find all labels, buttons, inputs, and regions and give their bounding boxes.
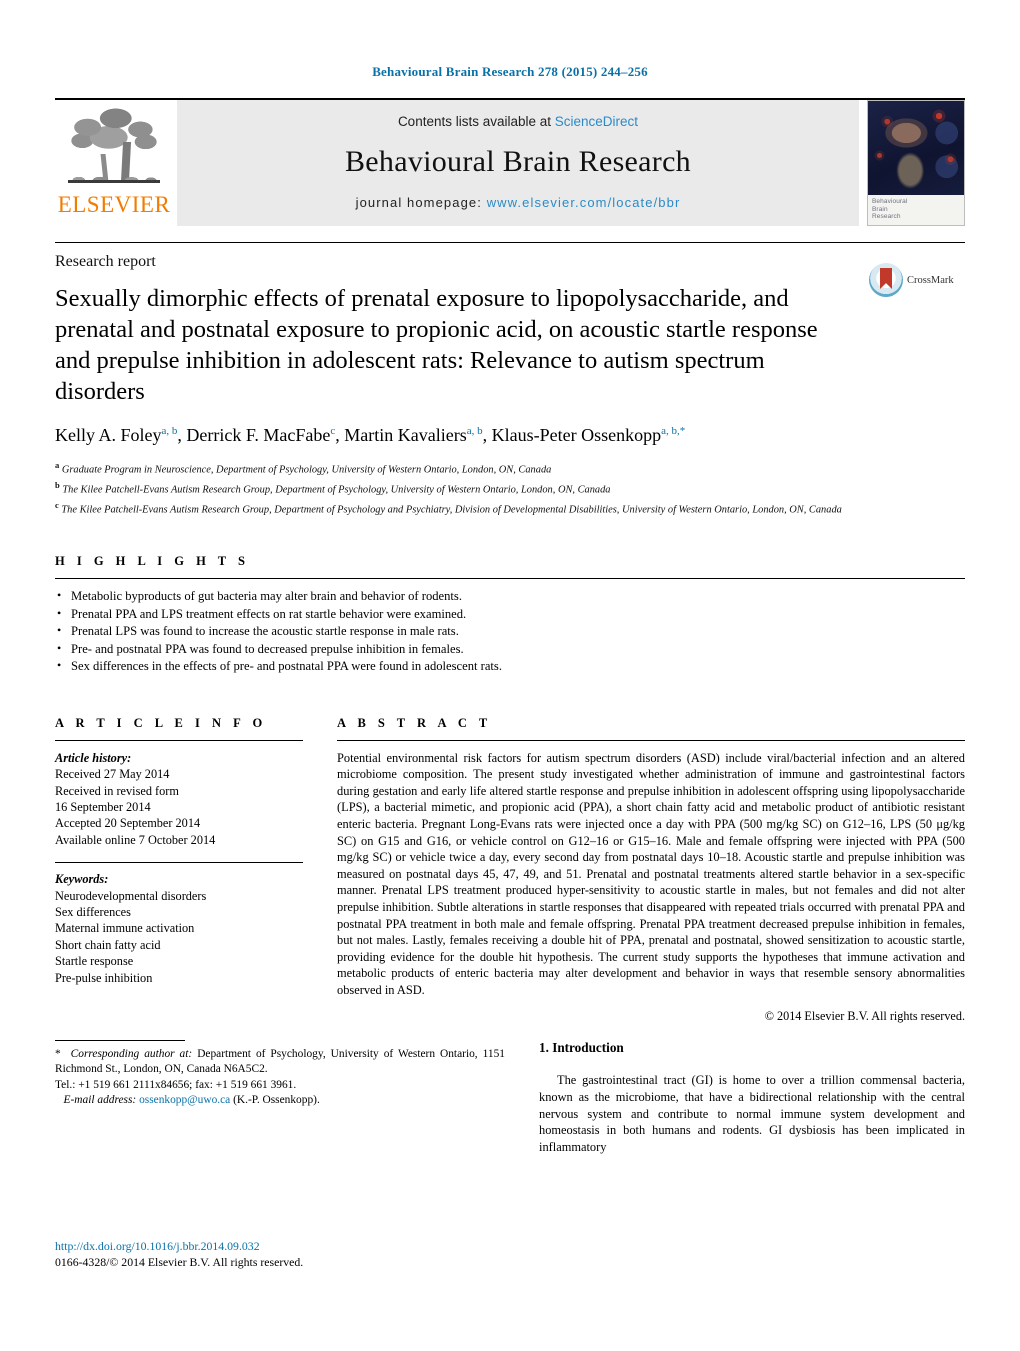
highlight-item: Pre- and postnatal PPA was found to decr… <box>55 640 965 659</box>
cover-label-line-2: Brain <box>872 205 888 213</box>
contents-prefix: Contents lists available at <box>397 114 555 129</box>
elsevier-tree-icon <box>66 104 162 190</box>
email-line: E-mail address: ossenkopp@uwo.ca (K.-P. … <box>55 1093 505 1108</box>
issn-copyright-line: 0166-4328/© 2014 Elsevier B.V. All right… <box>55 1255 304 1269</box>
history-line: Available online 7 October 2014 <box>55 832 216 847</box>
cover-label: Behavioural Brain Research <box>868 195 964 225</box>
keyword-item: Startle response <box>55 954 134 969</box>
affiliation-text-b: The Kilee Patchell-Evans Autism Research… <box>62 484 611 496</box>
affiliation-b: b The Kilee Patchell-Evans Autism Resear… <box>55 478 965 498</box>
introduction-column: 1. Introduction The gastrointestinal tra… <box>539 1040 965 1270</box>
keyword-item: Neurodevelopmental disorders <box>55 888 207 903</box>
footer-block: http://dx.doi.org/10.1016/j.bbr.2014.09.… <box>55 1239 505 1270</box>
sciencedirect-link[interactable]: ScienceDirect <box>555 114 638 129</box>
masthead-center: Contents lists available at ScienceDirec… <box>177 100 859 226</box>
page-bottom: * Corresponding author at: Department of… <box>55 1040 965 1270</box>
email-label: E-mail address: <box>63 1094 137 1107</box>
keywords-divider <box>55 862 303 864</box>
introduction-paragraph: The gastrointestinal tract (GI) is home … <box>539 1073 965 1155</box>
keyword-item: Sex differences <box>55 904 131 919</box>
affiliation-mark-a: a <box>55 460 60 470</box>
email-suffix: (K.-P. Ossenkopp). <box>230 1094 320 1107</box>
corresponding-label: Corresponding author at: <box>70 1048 193 1060</box>
highlight-item: Prenatal PPA and LPS treatment effects o… <box>55 605 965 624</box>
keywords-block: Keywords: Neurodevelopmental disorders S… <box>55 871 303 986</box>
running-head: Behavioural Brain Research 278 (2015) 24… <box>372 64 648 79</box>
affiliation-a: a Graduate Program in Neuroscience, Depa… <box>55 458 965 478</box>
keywords-label: Keywords: <box>55 872 109 887</box>
abstract-heading: A B S T R A C T <box>337 715 492 730</box>
corresponding-author-footnote: * Corresponding author at: Department of… <box>55 1047 505 1109</box>
article-page: Behavioural Brain Research 278 (2015) 24… <box>0 0 1020 1351</box>
keyword-item: Maternal immune activation <box>55 921 195 936</box>
doi-link[interactable]: http://dx.doi.org/10.1016/j.bbr.2014.09.… <box>55 1239 505 1254</box>
abstract-copyright: © 2014 Elsevier B.V. All rights reserved… <box>764 1008 965 1023</box>
article-info-heading: A R T I C L E I N F O <box>55 715 267 730</box>
contents-line: Contents lists available at ScienceDirec… <box>398 114 638 129</box>
affiliation-text-c: The Kilee Patchell-Evans Autism Research… <box>61 504 842 516</box>
abstract-column: A B S T R A C T Potential environmental … <box>337 716 965 1024</box>
history-line: Accepted 20 September 2014 <box>55 816 201 831</box>
article-header: Research report CrossMark Sexually dimor… <box>55 242 965 518</box>
affiliation-text-a: Graduate Program in Neuroscience, Depart… <box>61 464 552 476</box>
history-line: Received in revised form <box>55 783 179 798</box>
cover-artwork <box>868 101 964 196</box>
highlight-item: Sex differences in the effects of pre- a… <box>55 657 965 676</box>
history-line: Received 27 May 2014 <box>55 767 170 782</box>
article-history-label: Article history: <box>55 750 132 765</box>
page-title: Sexually dimorphic effects of prenatal e… <box>55 285 818 405</box>
affiliation-mark-c: c <box>55 500 59 511</box>
affiliation-list: a Graduate Program in Neuroscience, Depa… <box>55 458 965 518</box>
affiliation-mark-b: b <box>55 480 60 491</box>
email-link[interactable]: ossenkopp@uwo.ca <box>139 1094 230 1106</box>
affiliation-c: c The Kilee Patchell-Evans Autism Resear… <box>55 498 965 518</box>
journal-masthead: ELSEVIER Contents lists available at Sci… <box>55 98 965 226</box>
elsevier-wordmark: ELSEVIER <box>57 192 171 217</box>
highlight-item: Prenatal LPS was found to increase the a… <box>55 622 965 641</box>
footnote-star: * <box>55 1048 71 1060</box>
crossmark-badge[interactable]: CrossMark <box>869 263 965 297</box>
cover-label-line-3: Research <box>872 213 901 221</box>
info-abstract-row: A R T I C L E I N F O Article history: R… <box>55 716 965 1024</box>
keyword-item: Short chain fatty acid <box>55 937 161 952</box>
author-list: Kelly A. Foleya, b, Derrick F. MacFabec,… <box>55 425 686 445</box>
article-info-divider <box>55 739 303 741</box>
journal-cover-thumbnail: Behavioural Brain Research <box>867 100 965 226</box>
cover-label-line-1: Behavioural <box>872 198 908 206</box>
highlights-heading: H I G H L I G H T S <box>55 554 250 569</box>
keyword-item: Pre-pulse inhibition <box>55 970 153 985</box>
history-line: 16 September 2014 <box>55 799 151 814</box>
footnote-divider <box>55 1040 185 1041</box>
abstract-divider <box>337 739 965 741</box>
article-type: Research report <box>55 253 156 270</box>
footnote-column: * Corresponding author at: Department of… <box>55 1040 505 1270</box>
abstract-text: Potential environmental risk factors for… <box>337 750 965 997</box>
homepage-prefix: journal homepage: <box>355 195 487 210</box>
journal-homepage-line: journal homepage: www.elsevier.com/locat… <box>356 195 681 210</box>
article-history-block: Article history: Received 27 May 2014 Re… <box>55 750 303 848</box>
introduction-heading: 1. Introduction <box>539 1040 624 1055</box>
highlights-divider <box>55 578 965 580</box>
article-info-column: A R T I C L E I N F O Article history: R… <box>55 716 303 1024</box>
crossmark-label: CrossMark <box>907 274 954 286</box>
telephone-line: Tel.: +1 519 661 2111x84656; fax: +1 519… <box>55 1078 297 1091</box>
highlights-list: Metabolic byproducts of gut bacteria may… <box>55 587 965 676</box>
crossmark-icon <box>869 263 903 297</box>
highlights-section: H I G H L I G H T S Metabolic byproducts… <box>55 554 965 676</box>
highlight-item: Metabolic byproducts of gut bacteria may… <box>55 587 965 606</box>
elsevier-logo: ELSEVIER <box>55 100 173 226</box>
journal-title: Behavioural Brain Research <box>344 145 691 178</box>
homepage-url-link[interactable]: www.elsevier.com/locate/bbr <box>487 195 681 210</box>
